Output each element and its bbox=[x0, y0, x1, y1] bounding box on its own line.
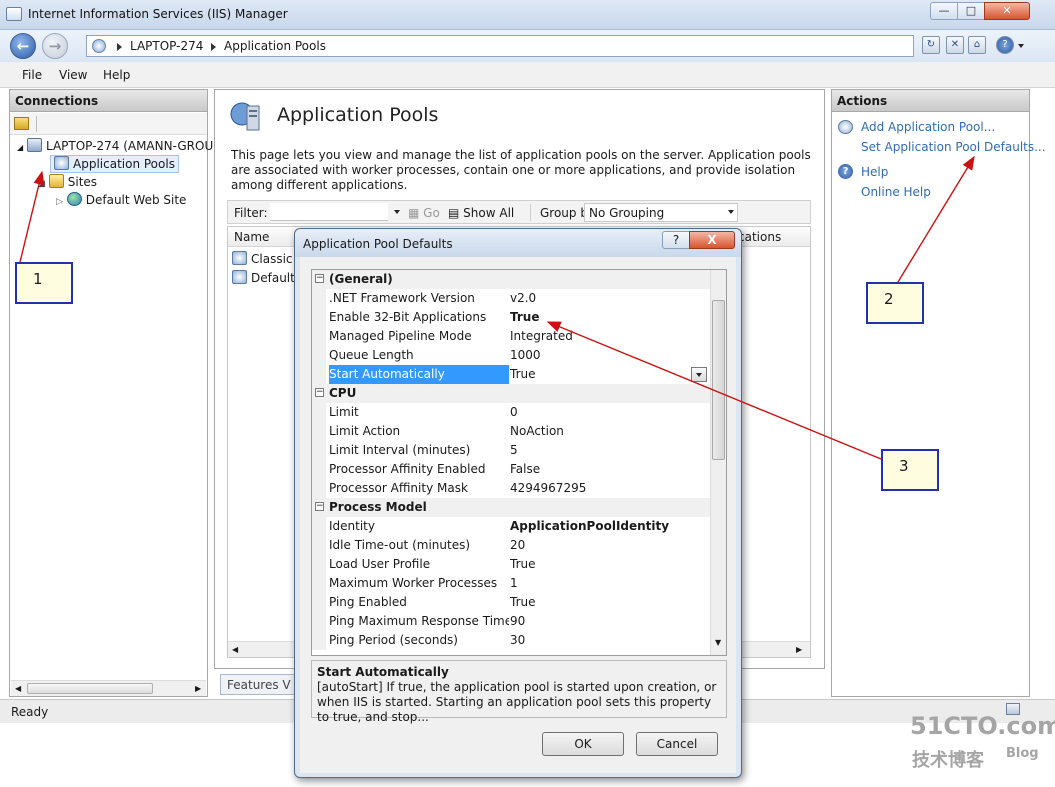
arrow-1 bbox=[19, 170, 45, 263]
arrow-2 bbox=[897, 155, 975, 283]
arrow-3 bbox=[546, 321, 882, 460]
watermark-tagline: 技术博客 bbox=[912, 750, 984, 771]
watermark: 51CTO.com 技术博客 Blog bbox=[910, 712, 1055, 782]
annotation-arrows bbox=[19, 155, 975, 460]
watermark-blog: Blog bbox=[1006, 746, 1039, 761]
watermark-site: 51CTO.com bbox=[910, 712, 1055, 740]
